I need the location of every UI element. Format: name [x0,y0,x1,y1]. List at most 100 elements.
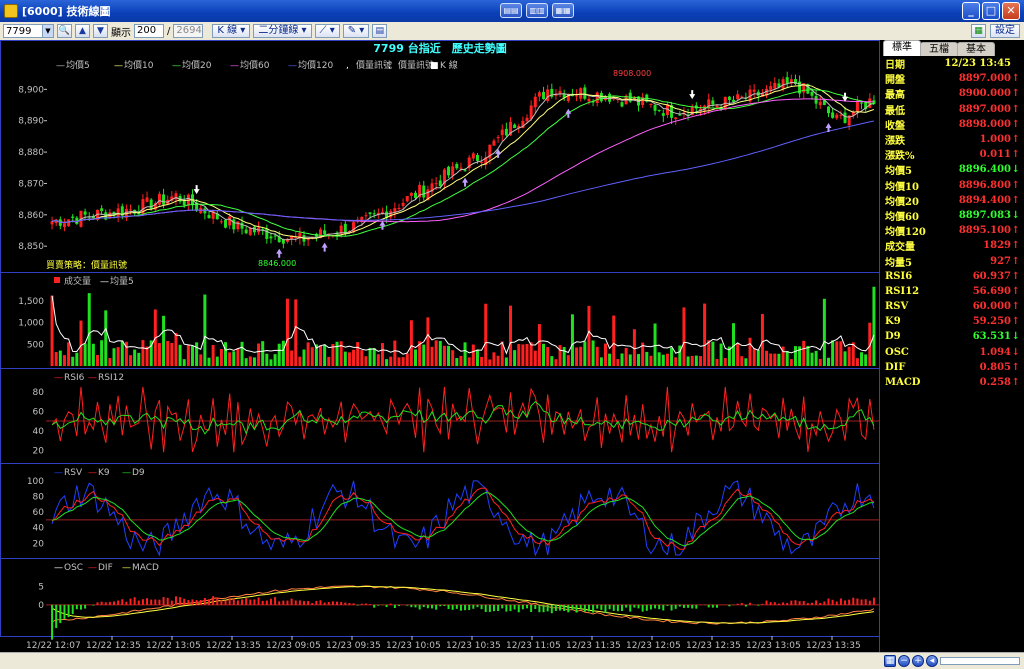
scroll-left-icon[interactable]: ◂ [926,655,938,667]
price-tick-label: 8,880 [18,148,44,158]
volume-bar [236,348,240,366]
volume-bar [162,315,166,366]
volume-bar [822,298,826,366]
candle-body [785,77,789,84]
zoom-out-icon[interactable]: − [898,655,910,667]
osc-bar [236,600,239,605]
info-row: OSC 1.094 ↓ [881,345,1024,360]
technical-chart[interactable]: 8,900 8,890 8,880 8,870 8,860 8,850 1,500 1,000… [0,40,880,652]
indicator-legend-marker: — [122,563,131,573]
count-input[interactable]: 200 [134,24,164,38]
signal-down-arrow [689,90,696,100]
volume-bar [364,356,368,366]
osc-bar [459,604,462,611]
osc-bar [447,604,450,610]
legend-label: 均價5 [66,59,90,71]
tab-five-levels[interactable]: 五檔 [920,42,958,56]
info-value-text: 63.531 [972,331,1011,343]
osc-bar [443,604,446,607]
volume-bar [389,356,393,366]
info-row: DIF 0.805 ↑ [881,360,1024,375]
osc-bar [265,600,268,605]
volume-bar [855,358,859,366]
signal-up-arrow [321,242,328,252]
candle-body [224,219,228,228]
osc-bar [179,597,182,605]
osc-bar [707,604,710,608]
candle-body [649,103,653,105]
layout-2-button[interactable]: ▥▥ [526,3,548,18]
legend-marker: — [172,61,181,71]
osc-bar [435,604,438,610]
zoom-controls: ▦ − + ◂ [884,655,1020,667]
price-tick-label: 8,850 [18,242,44,252]
excel-icon[interactable]: ▦ [971,24,986,38]
arrow-up-icon[interactable]: ▲ [75,24,90,38]
chart-title: 7799 台指近 歷史走勢圖 [373,41,506,55]
volume-bar [112,348,116,366]
info-value-text: 0.011 [979,149,1011,161]
close-button[interactable]: ✕ [1002,2,1020,20]
arrow-down-icon[interactable]: ▼ [93,24,108,38]
volume-bar [376,354,380,366]
volume-tick-label: 1,000 [18,319,44,329]
zoom-in-icon[interactable]: + [912,655,924,667]
volume-bar [385,359,389,366]
tab-standard[interactable]: 標準 [883,40,921,56]
volume-bar [525,343,529,366]
grid-icon[interactable]: ▦ [884,655,896,667]
volume-bar [810,352,814,366]
tab-basic[interactable]: 基本 [957,42,995,56]
pen-dropdown[interactable]: ✎ ▾ [342,24,370,38]
chart-area[interactable]: 8,900 8,890 8,880 8,870 8,860 8,850 1,500 1,000… [0,40,880,652]
info-value: 927 ↑ [990,256,1020,267]
osc-bar [538,604,541,613]
volume-bar [847,346,851,366]
osc-bar [844,600,847,605]
volume-ma-legend-marker: — [100,277,109,287]
osc-bar [203,597,206,605]
maximize-button[interactable]: □ [982,2,1000,20]
kline-dropdown[interactable]: K 線 ▾ [212,24,251,38]
osc-bar [802,600,805,605]
volume-bar [674,357,678,366]
symbol-value: 7799 [6,25,32,37]
search-icon[interactable]: 🔍 [57,24,72,38]
info-value-text: 56.690 [972,285,1011,297]
volume-bar [694,355,698,366]
candle-body [769,86,773,90]
osc-bar [616,604,619,612]
info-value: 60.937 ↑ [973,271,1020,282]
scroll-track[interactable] [940,657,1020,665]
chevron-down-icon[interactable]: ▼ [42,25,53,37]
volume-bar [463,342,467,366]
info-row: 均價120 8895.100 ↑ [881,223,1024,238]
info-row: 最低 8897.000 ↑ [881,102,1024,117]
volume-bar [207,357,211,366]
volume-bar [843,351,847,366]
minimize-button[interactable]: _ [962,2,980,20]
indicator-legend-label: MACD [132,563,159,573]
volume-bar [649,355,653,366]
print-icon[interactable]: ▤ [372,24,388,38]
period-dropdown[interactable]: 二分鐘線 ▾ [253,24,312,38]
layout-1-button[interactable]: ▤▤ [500,3,522,18]
volume-bar [591,340,595,366]
osc-bar [786,602,789,605]
candle-body [537,92,541,97]
volume-bar [451,350,455,366]
draw-line-dropdown[interactable]: ⟋ ▾ [314,24,340,38]
candle-body [207,215,211,219]
volume-bar [306,342,310,366]
symbol-select[interactable]: 7799 ▼ [3,24,54,38]
osc-bar [191,599,194,605]
volume-bar [87,293,91,366]
settings-button[interactable]: 設定 [990,24,1020,38]
info-value: 8895.100 ↑ [959,225,1020,236]
candle-body [715,105,719,108]
osc-bar [749,602,752,605]
osc-bar [819,602,822,605]
osc-bar [831,599,834,605]
volume-bar [360,350,364,366]
layout-3-button[interactable]: ▦▦ [552,3,574,18]
